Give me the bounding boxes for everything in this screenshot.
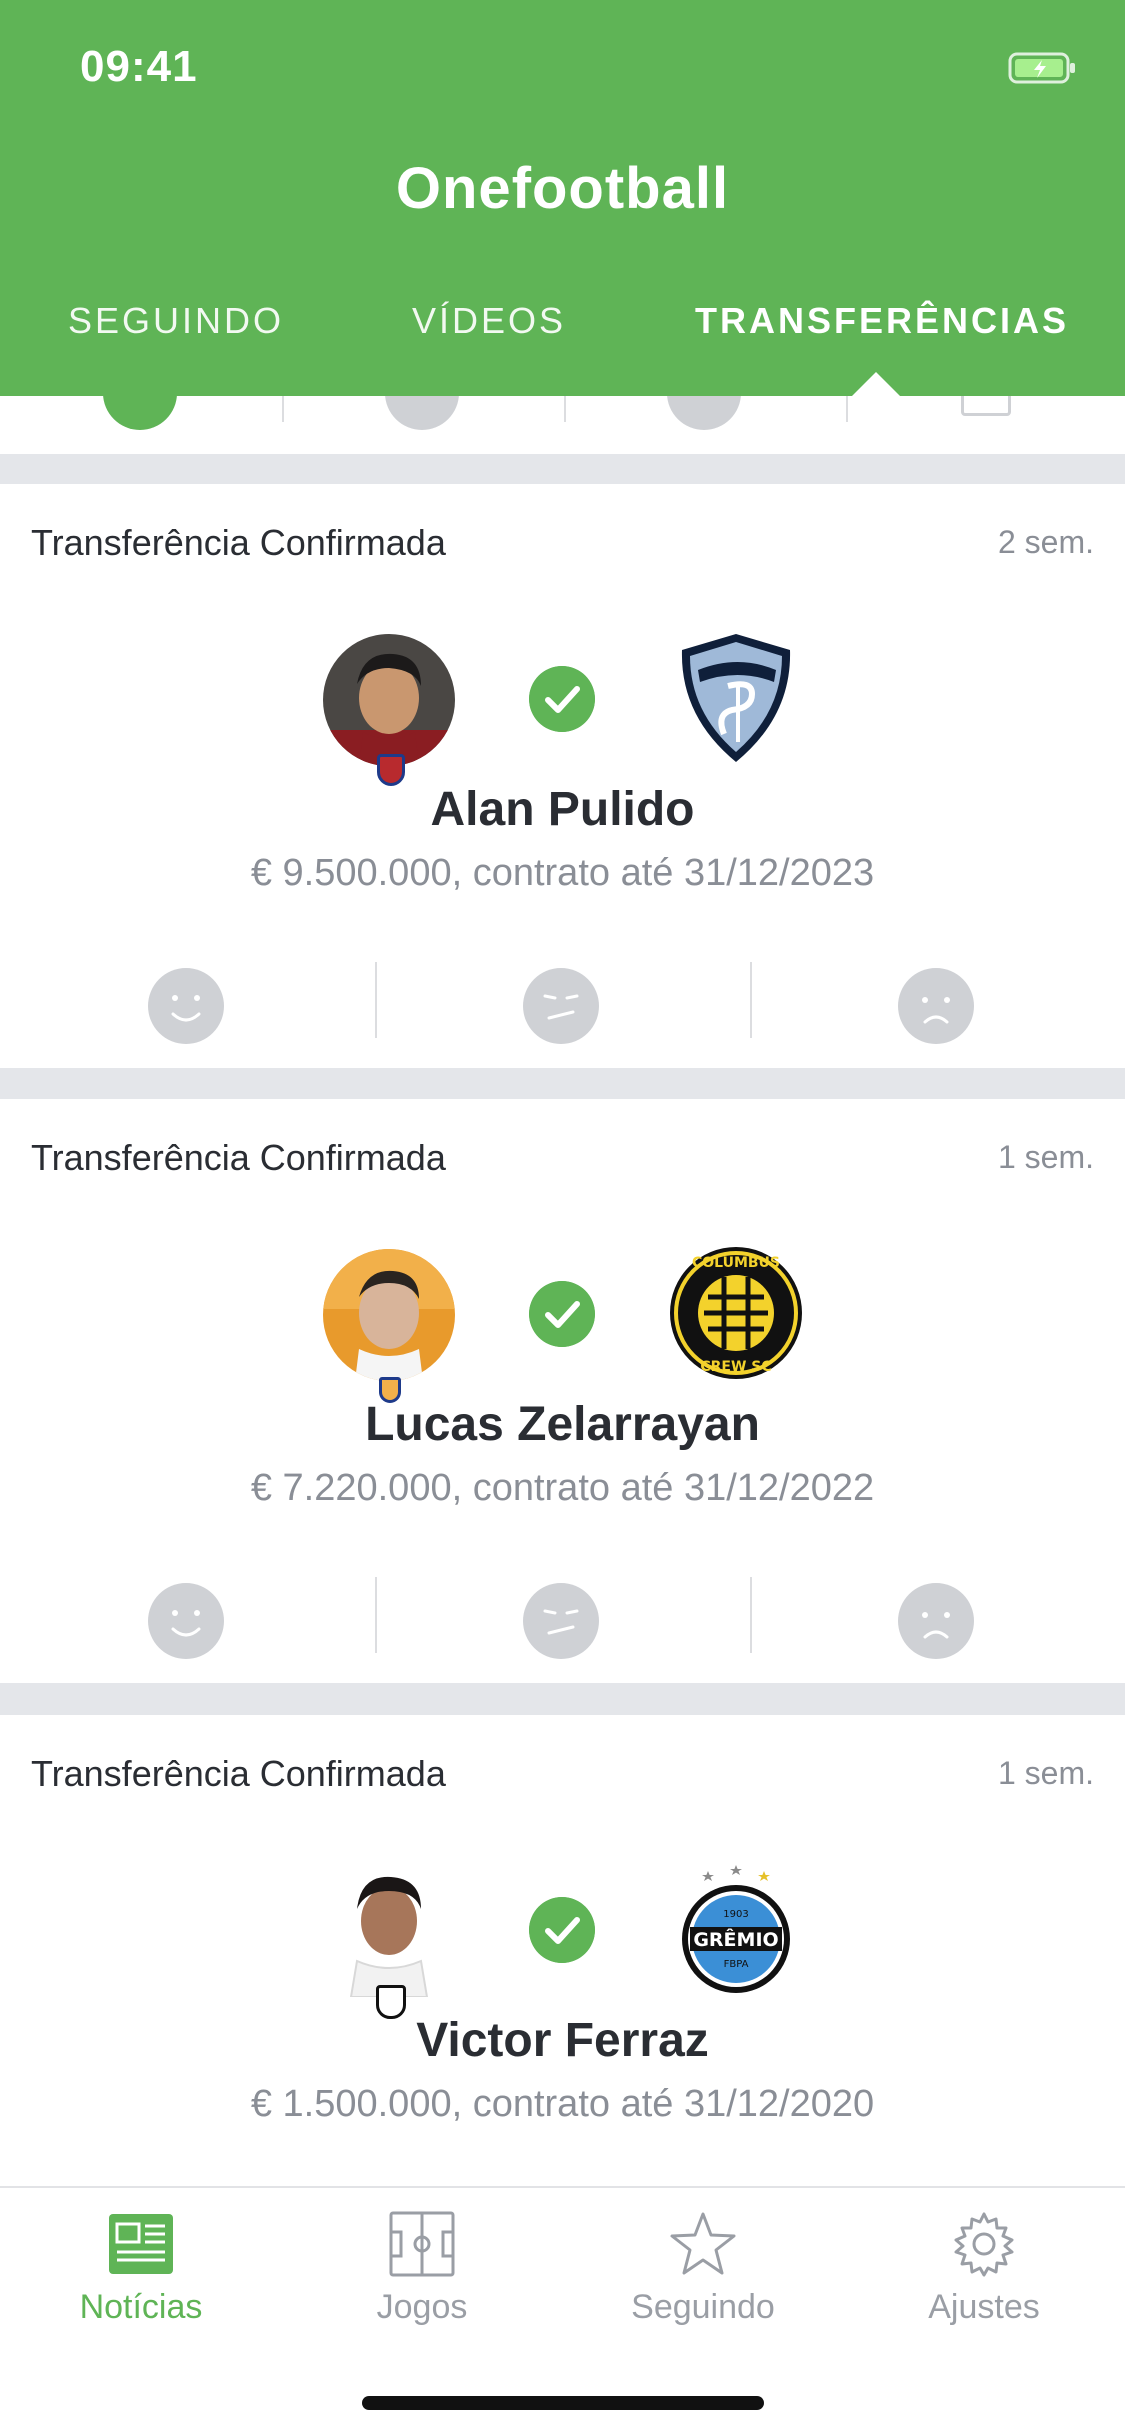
svg-text:CREW SC: CREW SC bbox=[700, 1359, 771, 1375]
tab-bar: SEGUINDO VÍDEOS TRANSFERÊNCIAS bbox=[0, 300, 1125, 360]
previous-card-reactions bbox=[0, 396, 1125, 454]
player-avatar bbox=[323, 1865, 455, 1997]
neutral-reaction-icon[interactable] bbox=[385, 396, 459, 430]
card-time: 2 sem. bbox=[997, 524, 1094, 560]
nav-label: Seguindo bbox=[631, 2288, 775, 2326]
svg-text:GRÊMIO: GRÊMIO bbox=[693, 1928, 778, 1951]
transfer-card[interactable]: Transferência Confirmada 2 sem. Alan Pul… bbox=[0, 484, 1125, 1068]
gear-icon bbox=[954, 2212, 1014, 2277]
transfer-fee-info: € 9.500.000, contrato até 31/12/2023 bbox=[250, 852, 875, 894]
nav-ajustes[interactable]: Ajustes bbox=[884, 2210, 1084, 2327]
reaction-divider bbox=[750, 962, 752, 1038]
nav-noticias[interactable]: Notícias bbox=[41, 2210, 241, 2327]
reaction-divider bbox=[375, 1577, 377, 1653]
transfer-fee-info: € 1.500.000, contrato até 31/12/2020 bbox=[250, 2083, 875, 2125]
confirmed-check-icon bbox=[529, 666, 595, 732]
neutral-reaction-icon[interactable] bbox=[523, 1583, 599, 1659]
tab-transferencias[interactable]: TRANSFERÊNCIAS bbox=[695, 300, 1069, 342]
gremio-crest-icon: GRÊMIO 1903 FBPA bbox=[682, 1865, 790, 1993]
app-title: Onefootball bbox=[395, 156, 730, 221]
reaction-divider bbox=[282, 396, 284, 422]
player-name: Alan Pulido bbox=[430, 783, 695, 836]
pitch-icon bbox=[389, 2211, 455, 2277]
columbus-crew-crest-icon: COLUMBUS CREW SC bbox=[670, 1247, 802, 1379]
nav-label: Notícias bbox=[79, 2288, 203, 2326]
status-time: 09:41 bbox=[80, 42, 198, 91]
reaction-bar bbox=[0, 1577, 1125, 1661]
svg-text:COLUMBUS: COLUMBUS bbox=[692, 1255, 780, 1271]
reaction-divider bbox=[846, 396, 848, 422]
happy-reaction-icon[interactable] bbox=[103, 396, 177, 430]
card-title: Transferência Confirmada bbox=[31, 1137, 446, 1178]
reaction-divider bbox=[564, 396, 566, 422]
home-indicator[interactable] bbox=[362, 2396, 764, 2410]
news-icon bbox=[109, 2214, 173, 2274]
active-tab-indicator bbox=[852, 372, 900, 396]
card-time: 1 sem. bbox=[997, 1139, 1094, 1175]
player-name: Victor Ferraz bbox=[416, 2014, 709, 2067]
reaction-divider bbox=[750, 1577, 752, 1653]
battery-icon bbox=[1008, 52, 1075, 84]
player-avatar bbox=[323, 1249, 455, 1381]
player-name: Lucas Zelarrayan bbox=[365, 1398, 760, 1451]
sad-reaction-icon[interactable] bbox=[667, 396, 741, 430]
nav-seguindo[interactable]: Seguindo bbox=[603, 2210, 803, 2327]
card-time: 1 sem. bbox=[997, 1755, 1094, 1791]
nav-label: Jogos bbox=[376, 2288, 468, 2326]
card-title: Transferência Confirmada bbox=[31, 1753, 446, 1794]
happy-reaction-icon[interactable] bbox=[148, 1583, 224, 1659]
svg-text:1903: 1903 bbox=[723, 1909, 748, 1920]
reaction-bar bbox=[0, 962, 1125, 1046]
transfer-card[interactable]: Transferência Confirmada 1 sem. COLUMBUS… bbox=[0, 1099, 1125, 1683]
star-icon bbox=[670, 2212, 736, 2275]
sad-reaction-icon[interactable] bbox=[898, 1583, 974, 1659]
card-title: Transferência Confirmada bbox=[31, 522, 446, 563]
neutral-reaction-icon[interactable] bbox=[523, 968, 599, 1044]
reaction-divider bbox=[375, 962, 377, 1038]
confirmed-check-icon bbox=[529, 1281, 595, 1347]
tab-seguindo[interactable]: SEGUINDO bbox=[68, 300, 284, 342]
nav-jogos[interactable]: Jogos bbox=[322, 2210, 522, 2327]
confirmed-check-icon bbox=[529, 1897, 595, 1963]
sporting-kc-crest-icon bbox=[681, 634, 791, 762]
player-avatar bbox=[323, 634, 455, 766]
transfer-card[interactable]: Transferência Confirmada 1 sem. GRÊMIO 1… bbox=[0, 1715, 1125, 2187]
share-icon[interactable] bbox=[961, 396, 1011, 416]
sad-reaction-icon[interactable] bbox=[898, 968, 974, 1044]
tab-videos[interactable]: VÍDEOS bbox=[412, 300, 566, 342]
app-header: 09:41 Onefootball SEGUINDO VÍDEOS TRANSF… bbox=[0, 0, 1125, 396]
svg-text:FBPA: FBPA bbox=[724, 1959, 749, 1970]
happy-reaction-icon[interactable] bbox=[148, 968, 224, 1044]
nav-label: Ajustes bbox=[928, 2288, 1040, 2326]
transfer-fee-info: € 7.220.000, contrato até 31/12/2022 bbox=[250, 1467, 875, 1509]
